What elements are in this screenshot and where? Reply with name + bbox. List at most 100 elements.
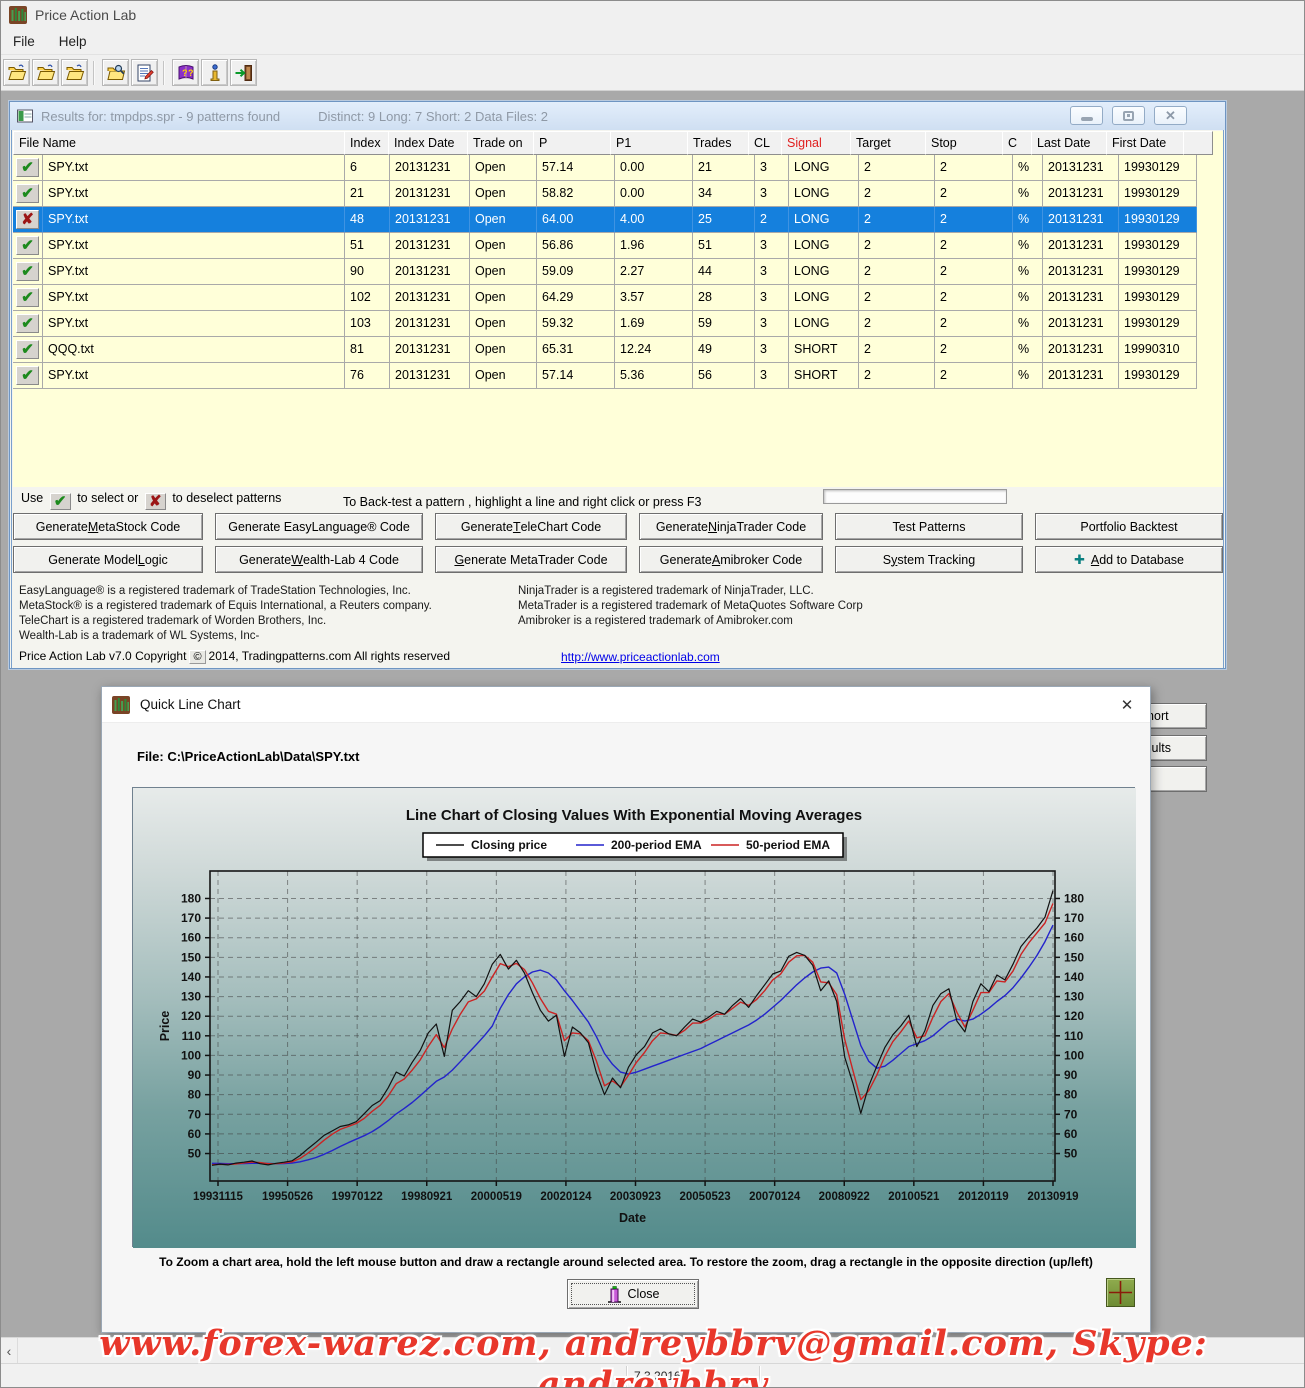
table-cell: Open bbox=[470, 207, 537, 233]
dialog-titlebar[interactable]: Quick Line Chart ✕ bbox=[102, 687, 1150, 723]
check-icon[interactable]: ✔ bbox=[16, 314, 39, 333]
table-row[interactable]: ✔SPY.txt9020131231Open59.092.27443LONG22… bbox=[13, 259, 1223, 285]
maximize-button[interactable] bbox=[1112, 106, 1145, 125]
table-cell: 3 bbox=[755, 259, 789, 285]
svg-text:20020124: 20020124 bbox=[540, 1191, 592, 1203]
exit-door-icon bbox=[234, 63, 254, 83]
table-cell: 2 bbox=[935, 285, 1013, 311]
check-icon[interactable]: ✔ bbox=[16, 184, 39, 203]
column-header-stop[interactable]: Stop bbox=[925, 131, 1003, 155]
column-header-c[interactable]: C bbox=[1002, 131, 1032, 155]
website-link[interactable]: http://www.priceactionlab.com bbox=[561, 650, 720, 664]
column-header-index-date[interactable]: Index Date bbox=[388, 131, 468, 155]
table-cell: 59.09 bbox=[537, 259, 615, 285]
check-icon[interactable]: ✔ bbox=[16, 158, 39, 177]
svg-text:20100521: 20100521 bbox=[888, 1191, 940, 1203]
table-cell: 44 bbox=[693, 259, 755, 285]
about-button[interactable] bbox=[201, 59, 228, 86]
horizontal-scrollbar[interactable]: ‹ bbox=[1, 1337, 1305, 1363]
table-row[interactable]: ✔SPY.txt5120131231Open56.861.96513LONG22… bbox=[13, 233, 1223, 259]
table-row[interactable]: ✔SPY.txt2120131231Open58.820.00343LONG22… bbox=[13, 181, 1223, 207]
column-header-signal[interactable]: Signal bbox=[781, 131, 851, 155]
table-cell: Open bbox=[470, 337, 537, 363]
table-cell: 0.00 bbox=[615, 155, 693, 181]
hint-use: Use bbox=[21, 491, 43, 505]
help-button[interactable]: ?? bbox=[172, 59, 199, 86]
table-row[interactable]: ✘SPY.txt4820131231Open64.004.00252LONG22… bbox=[13, 207, 1223, 233]
table-cell: 81 bbox=[345, 337, 390, 363]
open-file-button-3[interactable] bbox=[61, 59, 88, 86]
test-patterns-button[interactable]: Test Patterns bbox=[835, 513, 1023, 540]
menu-help[interactable]: Help bbox=[47, 31, 99, 52]
column-header-p[interactable]: P bbox=[533, 131, 611, 155]
open-file-button[interactable] bbox=[3, 59, 30, 86]
open-folder-icon bbox=[36, 63, 56, 83]
svg-text:50-period EMA: 50-period EMA bbox=[746, 838, 830, 852]
table-cell: Open bbox=[470, 181, 537, 207]
column-header-cl[interactable]: CL bbox=[748, 131, 782, 155]
add-chart-button[interactable] bbox=[1106, 1278, 1135, 1307]
copyright-line: Price Action Lab v7.0 Copyright©2014, Tr… bbox=[19, 649, 450, 664]
line-chart-svg[interactable]: Line Chart of Closing Values With Expone… bbox=[133, 788, 1136, 1248]
minimize-button[interactable] bbox=[1070, 106, 1103, 125]
column-header-trades[interactable]: Trades bbox=[687, 131, 749, 155]
column-header-p1[interactable]: P1 bbox=[610, 131, 688, 155]
dialog-close-button[interactable]: ✕ bbox=[1104, 687, 1150, 723]
table-cell: 2 bbox=[859, 285, 935, 311]
system-tracking-button[interactable]: System Tracking bbox=[835, 546, 1023, 573]
generate-amibroker-code-button[interactable]: Generate Amibroker Code bbox=[639, 546, 823, 573]
check-icon[interactable]: ✔ bbox=[16, 366, 39, 385]
column-header-first-date[interactable]: First Date bbox=[1106, 131, 1184, 155]
add-to-database-button[interactable]: ✚Add to Database bbox=[1035, 546, 1223, 573]
dialog-close-button-bottom[interactable]: Close bbox=[567, 1279, 699, 1309]
table-row[interactable]: ✔SPY.txt7620131231Open57.145.36563SHORT2… bbox=[13, 363, 1223, 389]
column-header-trade-on[interactable]: Trade on bbox=[467, 131, 534, 155]
table-cell: SPY.txt bbox=[43, 259, 345, 285]
generate-easylanguage-code-button[interactable]: Generate EasyLanguage® Code bbox=[215, 513, 423, 540]
svg-text:Line Chart of Closing Values W: Line Chart of Closing Values With Expone… bbox=[406, 807, 862, 824]
search-folder-button[interactable] bbox=[102, 59, 129, 86]
svg-text:130: 130 bbox=[1064, 990, 1084, 1004]
generate-ninjatrader-code-button[interactable]: Generate NinjaTrader Code bbox=[639, 513, 823, 540]
generate-wealth-lab-4-code-button[interactable]: Generate Wealth-Lab 4 Code bbox=[215, 546, 423, 573]
table-cell: SPY.txt bbox=[43, 363, 345, 389]
table-row[interactable]: ✔SPY.txt10220131231Open64.293.57283LONG2… bbox=[13, 285, 1223, 311]
table-cell: 20131231 bbox=[390, 181, 470, 207]
table-row[interactable]: ✔SPY.txt620131231Open57.140.00213LONG22%… bbox=[13, 155, 1223, 181]
dialog-title: Quick Line Chart bbox=[140, 697, 241, 712]
x-icon[interactable]: ✘ bbox=[16, 210, 39, 229]
svg-text:Date: Date bbox=[619, 1211, 646, 1225]
generate-metastock-code-button[interactable]: Generate MetaStock Code bbox=[13, 513, 203, 540]
open-file-button-2[interactable] bbox=[32, 59, 59, 86]
portfolio-backtest-button[interactable]: Portfolio Backtest bbox=[1035, 513, 1223, 540]
line-chart[interactable]: Line Chart of Closing Values With Expone… bbox=[132, 787, 1135, 1247]
column-header-last-date[interactable]: Last Date bbox=[1031, 131, 1107, 155]
column-header-file-name[interactable]: File Name bbox=[13, 131, 345, 155]
check-icon[interactable]: ✔ bbox=[16, 236, 39, 255]
generate-telechart-code-button[interactable]: Generate TeleChart Code bbox=[435, 513, 627, 540]
column-header-index[interactable]: Index bbox=[344, 131, 389, 155]
close-window-button[interactable]: ✕ bbox=[1154, 106, 1187, 125]
table-cell: SPY.txt bbox=[43, 285, 345, 311]
table-cell: % bbox=[1013, 181, 1043, 207]
check-icon[interactable]: ✔ bbox=[16, 262, 39, 281]
table-cell: Open bbox=[470, 233, 537, 259]
exit-button[interactable] bbox=[230, 59, 257, 86]
check-icon[interactable]: ✔ bbox=[16, 340, 39, 359]
column-header-target[interactable]: Target bbox=[850, 131, 926, 155]
table-cell: 51 bbox=[693, 233, 755, 259]
copyright-symbol: © bbox=[189, 650, 205, 664]
check-icon[interactable]: ✔ bbox=[16, 288, 39, 307]
svg-text:120: 120 bbox=[181, 1009, 201, 1023]
report-button[interactable] bbox=[131, 59, 158, 86]
table-row[interactable]: ✔QQQ.txt8120131231Open65.3112.24493SHORT… bbox=[13, 337, 1223, 363]
menu-file[interactable]: File bbox=[1, 31, 47, 52]
generate-model-logic-button[interactable]: Generate Model Logic bbox=[13, 546, 203, 573]
trademark-line: EasyLanguage® is a registered trademark … bbox=[19, 584, 432, 599]
table-row[interactable]: ✔SPY.txt10320131231Open59.321.69593LONG2… bbox=[13, 311, 1223, 337]
table-cell: LONG bbox=[789, 233, 859, 259]
scroll-left-arrow[interactable]: ‹ bbox=[1, 1338, 18, 1363]
results-window-icon bbox=[17, 109, 33, 123]
generate-metatrader-code-button[interactable]: Generate MetaTrader Code bbox=[435, 546, 627, 573]
results-titlebar[interactable]: Results for: tmpdps.spr - 9 patterns fou… bbox=[10, 102, 1225, 130]
